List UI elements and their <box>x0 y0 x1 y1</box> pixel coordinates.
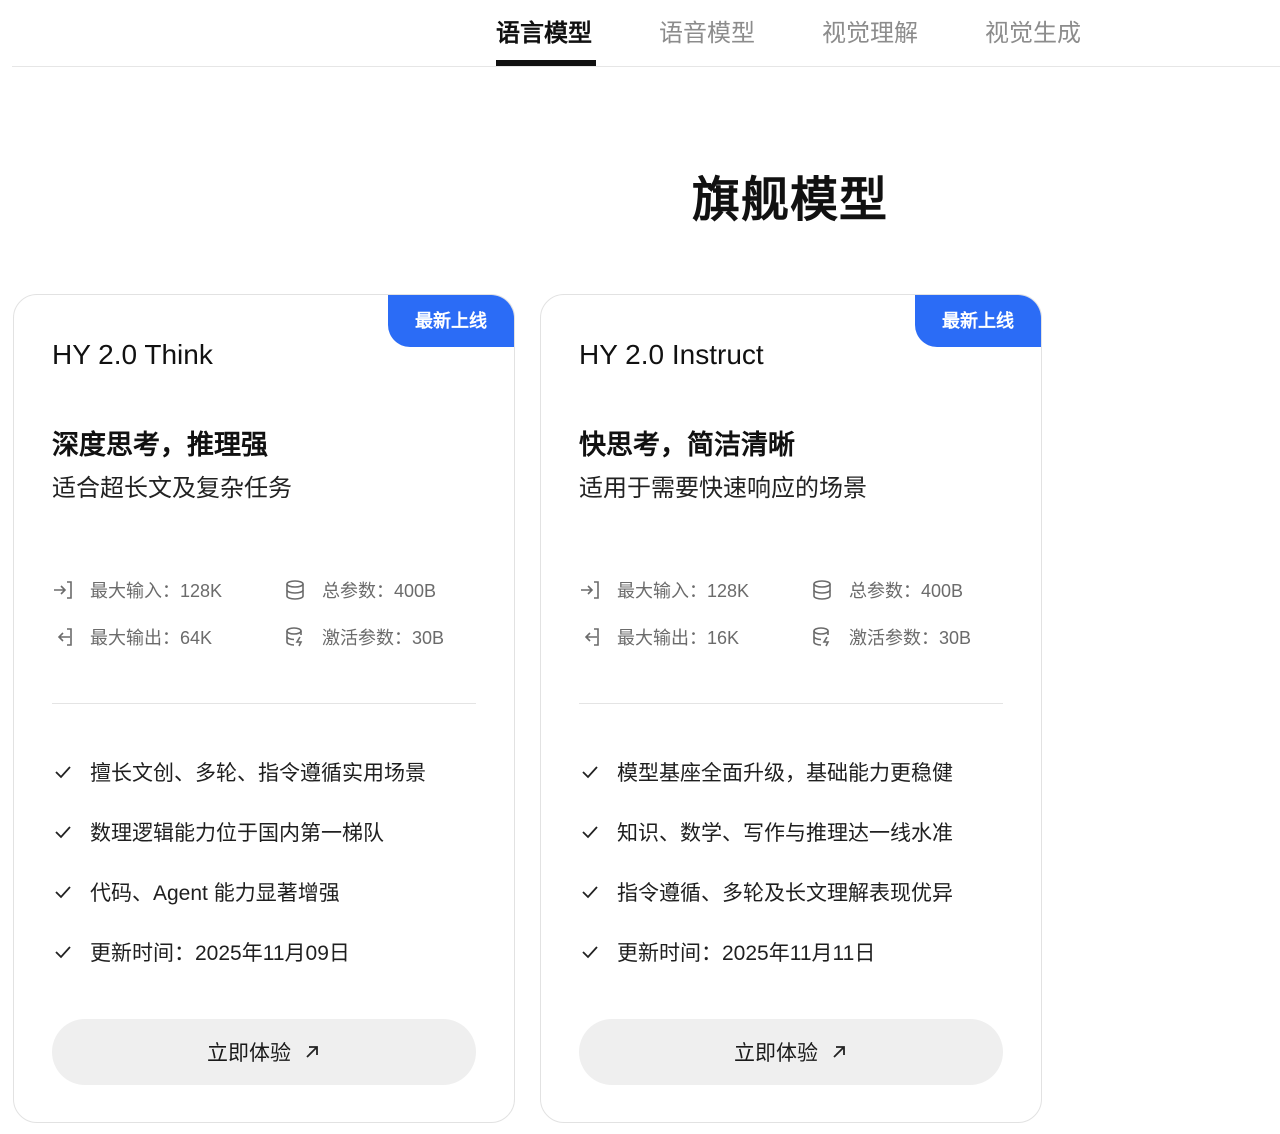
spec-total-params: 总参数：400B <box>811 575 963 605</box>
section-title: 旗舰模型 <box>691 174 888 227</box>
input-arrow-icon <box>54 581 72 599</box>
model-description: 适用于需要快速响应的场景 <box>579 475 867 502</box>
feature-item: 更新时间：2025年11月11日 <box>579 934 875 970</box>
tab-vision-generation[interactable]: 视觉生成 <box>985 14 1081 54</box>
check-icon <box>582 946 598 959</box>
spec-max-input: 最大输入：128K <box>52 575 222 605</box>
tab-language-models[interactable]: 语言模型 <box>496 14 592 54</box>
feature-item: 指令遵循、多轮及长文理解表现优异 <box>579 874 953 910</box>
check-icon <box>582 826 598 839</box>
card-divider <box>52 703 476 704</box>
model-category-tabs: 语言模型 语音模型 视觉理解 视觉生成 <box>12 0 1280 67</box>
model-card-instruct: 最新上线 HY 2.0 Instruct 快思考，简洁清晰 适用于需要快速响应的… <box>540 294 1042 1123</box>
arrow-up-right-icon <box>306 1046 318 1058</box>
check-icon <box>55 766 71 779</box>
feature-item: 代码、Agent 能力显著增强 <box>52 874 340 910</box>
spec-active-params: 激活参数：30B <box>284 622 444 652</box>
model-card-think: 最新上线 HY 2.0 Think 深度思考，推理强 适合超长文及复杂任务 最大… <box>13 294 515 1123</box>
check-icon <box>582 766 598 779</box>
spec-max-output: 最大输出：16K <box>579 622 739 652</box>
database-bolt-icon <box>813 627 830 647</box>
model-description: 适合超长文及复杂任务 <box>52 475 292 502</box>
new-badge: 最新上线 <box>915 295 1041 347</box>
model-tagline: 快思考，简洁清晰 <box>579 430 795 460</box>
try-now-button[interactable]: 立即体验 <box>579 1019 1003 1085</box>
spec-max-output: 最大输出：64K <box>52 622 212 652</box>
check-icon <box>55 886 71 899</box>
arrow-up-right-icon <box>833 1046 845 1058</box>
tab-speech-models[interactable]: 语音模型 <box>659 14 755 54</box>
active-tab-indicator <box>496 60 596 66</box>
spec-active-params: 激活参数：30B <box>811 622 971 652</box>
input-arrow-icon <box>581 581 599 599</box>
database-icon <box>813 580 831 600</box>
model-name: HY 2.0 Think <box>52 339 213 370</box>
feature-item: 擅长文创、多轮、指令遵循实用场景 <box>52 754 426 790</box>
feature-item: 更新时间：2025年11月09日 <box>52 934 350 970</box>
feature-item: 知识、数学、写作与推理达一线水准 <box>579 814 953 850</box>
feature-item: 数理逻辑能力位于国内第一梯队 <box>52 814 384 850</box>
spec-total-params: 总参数：400B <box>284 575 436 605</box>
check-icon <box>55 826 71 839</box>
database-bolt-icon <box>286 627 303 647</box>
model-name: HY 2.0 Instruct <box>579 339 764 370</box>
check-icon <box>582 886 598 899</box>
database-icon <box>286 580 304 600</box>
feature-item: 模型基座全面升级，基础能力更稳健 <box>579 754 953 790</box>
card-divider <box>579 703 1003 704</box>
try-now-button[interactable]: 立即体验 <box>52 1019 476 1085</box>
output-arrow-icon <box>584 628 599 646</box>
check-icon <box>55 946 71 959</box>
model-tagline: 深度思考，推理强 <box>52 430 268 460</box>
spec-max-input: 最大输入：128K <box>579 575 749 605</box>
tab-vision-understanding[interactable]: 视觉理解 <box>822 14 918 54</box>
new-badge: 最新上线 <box>388 295 514 347</box>
output-arrow-icon <box>57 628 72 646</box>
